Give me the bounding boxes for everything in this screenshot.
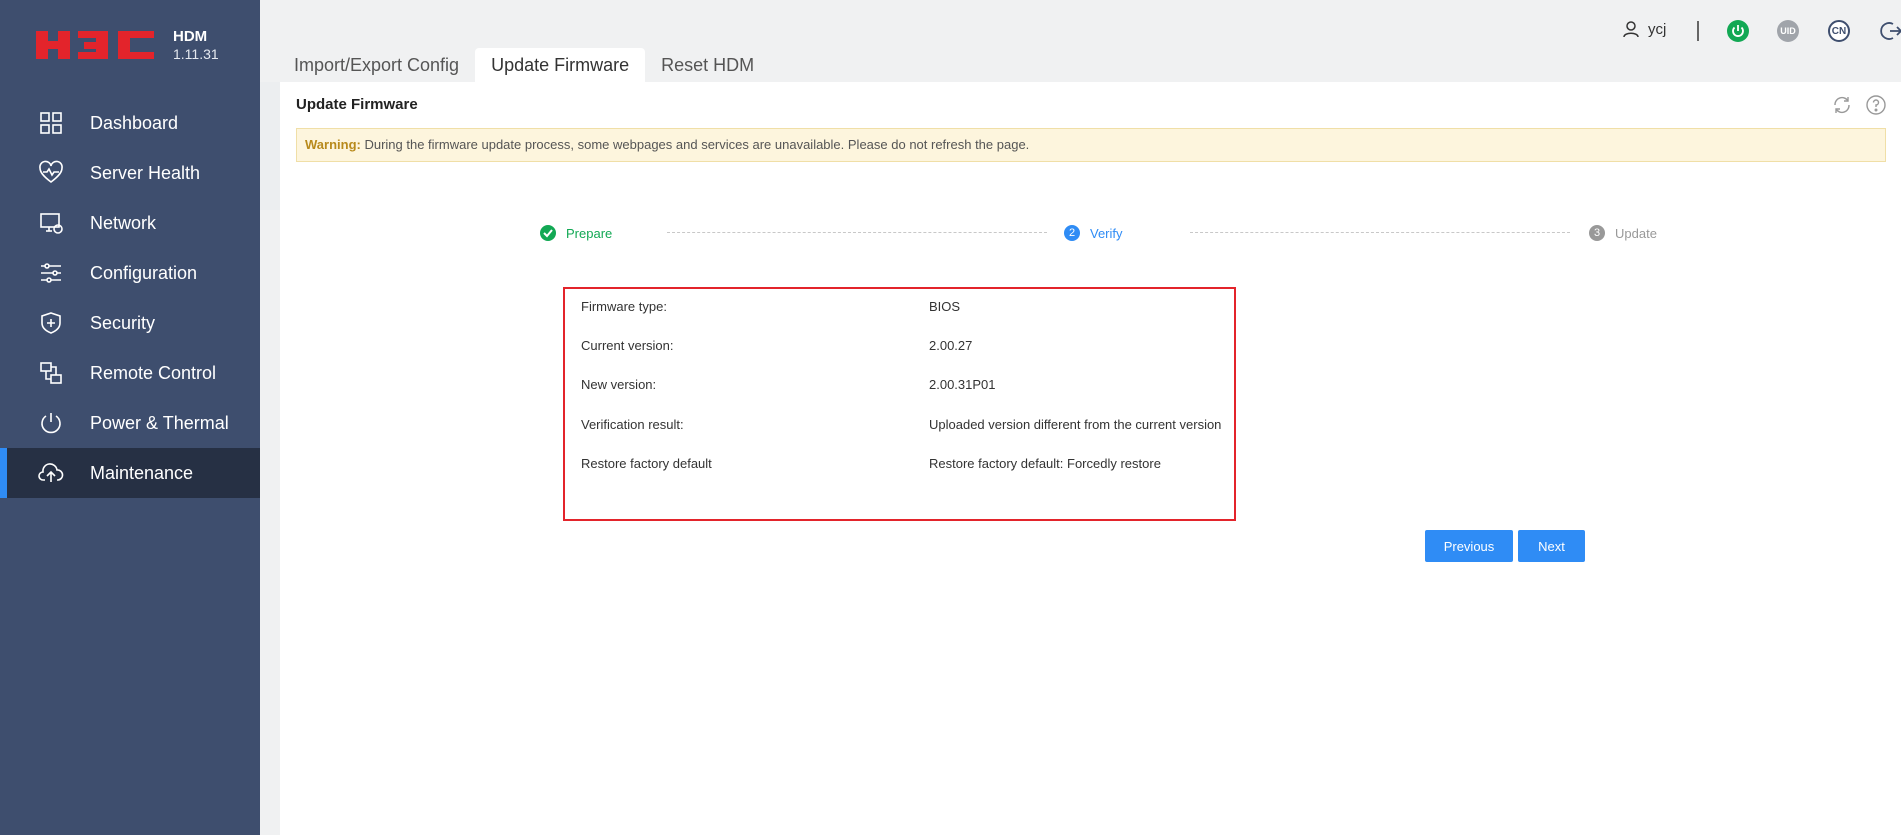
cloud-upload-icon [38,460,64,486]
info-value: 2.00.27 [929,338,973,353]
next-button[interactable]: Next [1518,530,1585,562]
info-key: Firmware type: [581,299,667,314]
sidebar-item-label: Maintenance [90,463,194,483]
user-icon [1623,21,1639,38]
power-icon [38,410,64,436]
sidebar-item-label: Security [90,313,156,333]
panel-tools [1831,94,1887,116]
uid-button[interactable]: UID [1777,20,1799,42]
info-value: BIOS [929,299,961,314]
verification-info-box: Firmware type: BIOS Current version: 2.0… [563,287,1236,521]
sidebar-item-label: Server Health [90,163,201,183]
sidebar-item-label: Dashboard [90,113,179,133]
product-name: HDM [173,28,208,45]
check-icon [540,225,556,241]
step-connector [1190,232,1570,233]
sidebar-item-network[interactable]: Network [0,198,260,248]
warning-banner: Warning: During the firmware update proc… [296,128,1886,162]
info-value: Uploaded version different from the curr… [929,417,1222,432]
remote-icon [38,360,64,386]
info-key: Verification result: [581,417,684,432]
product-version: 1.11.31 [173,46,219,62]
sidebar-item-label: Remote Control [90,363,217,383]
step-update: 3 Update [1589,225,1657,241]
help-icon[interactable] [1865,94,1887,116]
refresh-icon[interactable] [1831,94,1853,116]
warning-label: Warning: [305,137,361,152]
topbar-divider [1697,21,1699,41]
tab-reset-hdm[interactable]: Reset HDM [645,48,770,82]
sidebar: HDM 1.11.31 Dashboard Server Health Netw… [0,0,260,835]
update-firmware-panel: Update Firmware Warning: During the firm… [280,82,1901,835]
sidebar-item-server-health[interactable]: Server Health [0,148,260,198]
sidebar-item-maintenance[interactable]: Maintenance [0,448,260,498]
sliders-icon [38,260,64,286]
step-label: Verify [1090,225,1123,241]
power-status-button[interactable] [1727,20,1749,42]
previous-button[interactable]: Previous [1425,530,1513,562]
tab-bar: Import/Export Config Update Firmware Res… [278,48,770,82]
sidebar-item-configuration[interactable]: Configuration [0,248,260,298]
panel-title: Update Firmware [296,96,418,113]
step-prepare: Prepare [540,225,612,241]
info-value: Restore factory default: Forcedly restor… [929,456,1161,471]
sidebar-menu: Dashboard Server Health Network Configur… [0,98,260,498]
network-icon [38,210,64,236]
step-connector [667,232,1047,233]
heart-icon [38,160,64,186]
sidebar-item-dashboard[interactable]: Dashboard [0,98,260,148]
warning-text: During the firmware update process, some… [360,137,1030,152]
sidebar-item-label: Configuration [90,263,198,283]
sidebar-item-security[interactable]: Security [0,298,260,348]
info-value: 2.00.31P01 [929,377,996,392]
sidebar-item-label: Network [90,213,157,233]
sidebar-item-power-thermal[interactable]: Power & Thermal [0,398,260,448]
step-number: 3 [1589,225,1605,241]
user-menu[interactable]: ycj [1622,20,1666,38]
tab-update-firmware[interactable]: Update Firmware [475,48,646,82]
sidebar-item-label: Power & Thermal [90,413,229,433]
info-key: Restore factory default [581,456,712,471]
power-icon [1732,25,1744,37]
step-label: Prepare [566,225,613,241]
step-verify: 2 Verify [1064,225,1123,241]
sidebar-item-remote-control[interactable]: Remote Control [0,348,260,398]
shield-icon [38,310,64,336]
info-key: New version: [581,377,657,392]
tab-import-export-config[interactable]: Import/Export Config [278,48,475,82]
username: ycj [1648,20,1667,38]
info-key: Current version: [581,338,674,353]
language-button[interactable]: CN [1828,20,1850,42]
progress-steps: Prepare 2 Verify 3 Update [540,222,1901,252]
step-label: Update [1615,225,1657,241]
h3c-logo [36,31,154,59]
dashboard-icon [38,110,64,136]
step-number: 2 [1064,225,1080,241]
content-gutter [260,82,280,210]
logout-icon[interactable] [1878,19,1901,43]
brand: HDM 1.11.31 [0,0,260,90]
